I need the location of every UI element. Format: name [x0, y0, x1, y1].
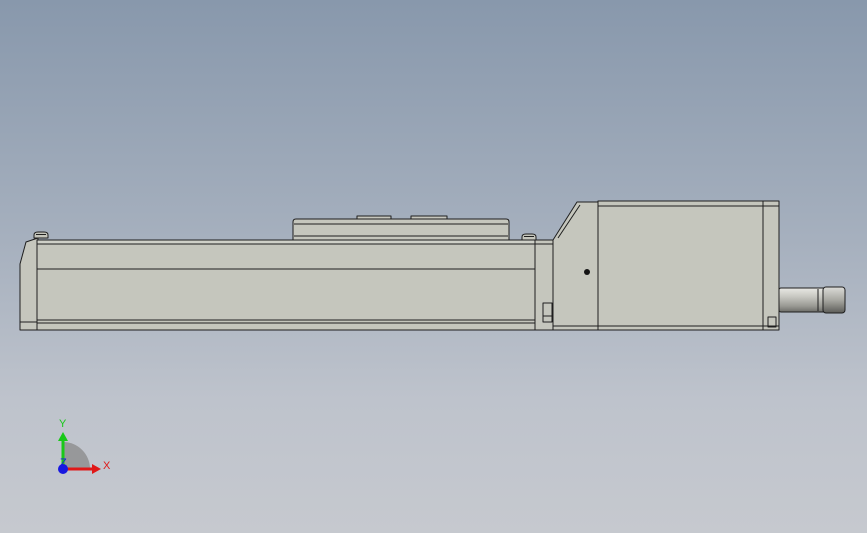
model-view[interactable]: X Y Z	[0, 0, 867, 533]
motor-housing	[552, 200, 780, 331]
main-body	[36, 239, 550, 331]
x-axis-label: X	[103, 460, 111, 472]
end-bolt-right	[521, 233, 537, 241]
slider-carriage	[292, 215, 510, 241]
actuator-assembly	[19, 200, 846, 331]
z-axis-label: Z	[60, 457, 67, 469]
mounting-hole	[584, 269, 590, 275]
output-shaft	[778, 286, 846, 314]
triad-quadrant	[63, 442, 90, 469]
left-end-cap	[19, 237, 39, 331]
motor-flange	[534, 239, 554, 331]
x-arrowhead-icon	[92, 464, 101, 474]
graphics-viewport[interactable]: X Y Z	[0, 0, 867, 533]
end-bolt-left	[33, 231, 49, 239]
y-arrowhead-icon	[58, 432, 68, 441]
y-axis-label: Y	[59, 418, 67, 430]
coordinate-triad: X Y Z	[58, 418, 111, 474]
